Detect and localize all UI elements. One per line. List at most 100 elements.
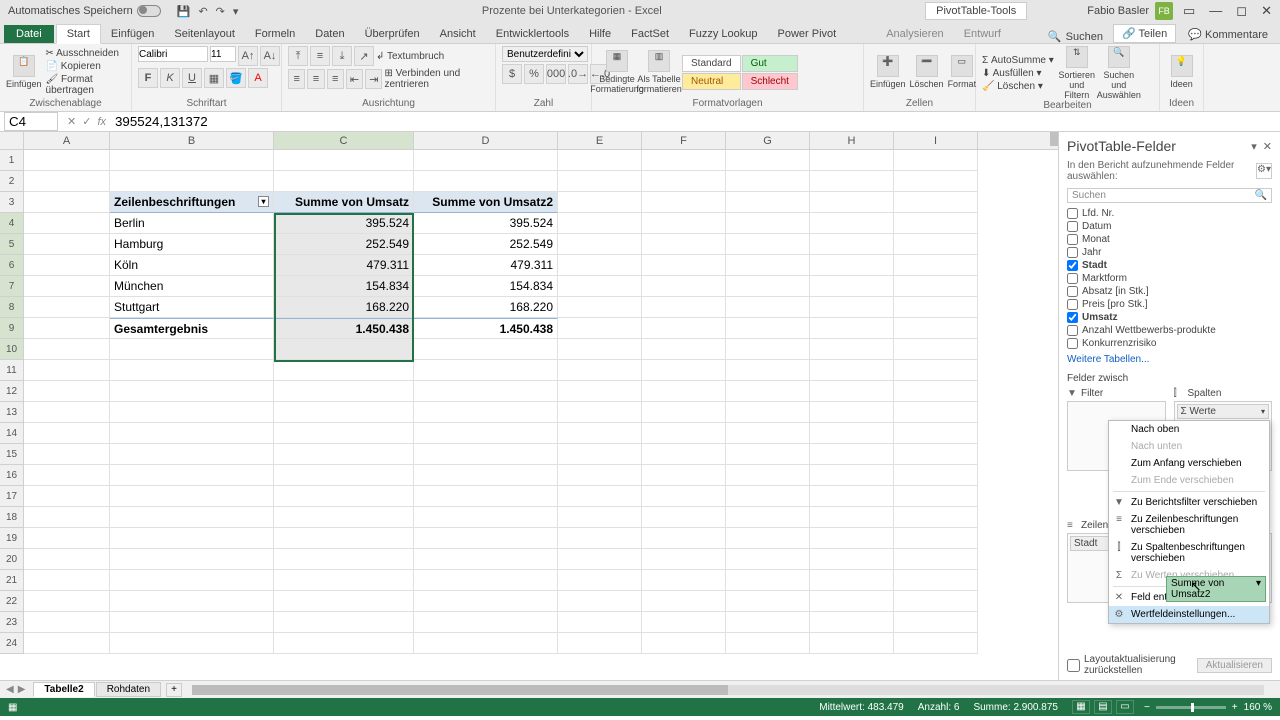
- style-standard[interactable]: Standard: [682, 55, 741, 72]
- bold-icon[interactable]: F: [138, 68, 158, 88]
- tab-powerpivot[interactable]: Power Pivot: [768, 25, 847, 43]
- row-header[interactable]: 14: [0, 423, 24, 444]
- fill-button[interactable]: ⬇ Ausfüllen ▾: [982, 68, 1054, 79]
- cell[interactable]: [558, 318, 642, 339]
- cell[interactable]: [726, 591, 810, 612]
- row-header[interactable]: 8: [0, 297, 24, 318]
- cell[interactable]: [894, 507, 978, 528]
- cell[interactable]: [414, 528, 558, 549]
- user-account[interactable]: Fabio Basler FB: [1087, 2, 1173, 20]
- tab-entwurf[interactable]: Entwurf: [954, 25, 1011, 43]
- cell[interactable]: [810, 360, 894, 381]
- cell[interactable]: [642, 423, 726, 444]
- cell[interactable]: [894, 570, 978, 591]
- cell[interactable]: [894, 591, 978, 612]
- cell[interactable]: [894, 549, 978, 570]
- spreadsheet-grid[interactable]: A B C D E F G H I 1234567891011121314151…: [0, 132, 1058, 680]
- cell[interactable]: [810, 402, 894, 423]
- row-header[interactable]: 3: [0, 192, 24, 213]
- cell[interactable]: [894, 318, 978, 339]
- cell[interactable]: Zeilenbeschriftungen▾: [110, 192, 274, 213]
- cell[interactable]: [894, 444, 978, 465]
- row-header[interactable]: 2: [0, 171, 24, 192]
- share-button[interactable]: 🔗 Teilen: [1113, 24, 1176, 43]
- cell[interactable]: [24, 150, 110, 171]
- cell[interactable]: [642, 570, 726, 591]
- cell[interactable]: [726, 318, 810, 339]
- cell[interactable]: [558, 381, 642, 402]
- cell[interactable]: [810, 234, 894, 255]
- format-painter-button[interactable]: 🖌 Format übertragen: [46, 74, 125, 96]
- cell[interactable]: [274, 570, 414, 591]
- cut-button[interactable]: ✂ Ausschneiden: [46, 48, 125, 59]
- underline-icon[interactable]: U: [182, 68, 202, 88]
- cell[interactable]: [810, 192, 894, 213]
- cell[interactable]: [810, 570, 894, 591]
- cell[interactable]: [642, 591, 726, 612]
- cell[interactable]: [24, 297, 110, 318]
- cancel-fx-icon[interactable]: ✕: [67, 116, 76, 128]
- autosum-button[interactable]: Σ AutoSumme ▾: [982, 55, 1054, 66]
- copy-button[interactable]: 📄 Kopieren: [46, 61, 125, 72]
- field-checkbox[interactable]: [1067, 234, 1078, 245]
- cell[interactable]: [810, 276, 894, 297]
- cell[interactable]: [558, 276, 642, 297]
- cell[interactable]: [810, 612, 894, 633]
- cell[interactable]: [894, 297, 978, 318]
- cell[interactable]: [274, 633, 414, 654]
- cell[interactable]: [24, 528, 110, 549]
- cell[interactable]: [642, 507, 726, 528]
- cell[interactable]: 154.834: [274, 276, 414, 297]
- cell[interactable]: [726, 339, 810, 360]
- cell[interactable]: 252.549: [414, 234, 558, 255]
- cell[interactable]: [274, 528, 414, 549]
- tab-factset[interactable]: FactSet: [621, 25, 679, 43]
- cell[interactable]: [24, 192, 110, 213]
- style-neutral[interactable]: Neutral: [682, 73, 741, 90]
- cell[interactable]: [274, 171, 414, 192]
- cell[interactable]: [810, 150, 894, 171]
- cell[interactable]: [558, 486, 642, 507]
- format-cells-button[interactable]: ▭Format: [948, 55, 977, 89]
- col-header[interactable]: I: [894, 132, 978, 149]
- cell[interactable]: [810, 444, 894, 465]
- align-right-icon[interactable]: ≡: [327, 69, 344, 89]
- cell[interactable]: [642, 528, 726, 549]
- sheet-nav-next-icon[interactable]: ▶: [18, 684, 26, 695]
- col-header[interactable]: A: [24, 132, 110, 149]
- cell[interactable]: [726, 381, 810, 402]
- paste-button[interactable]: 📋Einfügen: [6, 55, 42, 89]
- col-header[interactable]: E: [558, 132, 642, 149]
- conditional-formatting-button[interactable]: ▦Bedingte Formatierung: [598, 50, 636, 94]
- row-header[interactable]: 1: [0, 150, 24, 171]
- field-checkbox[interactable]: [1067, 338, 1078, 349]
- view-page-icon[interactable]: ▤: [1094, 700, 1112, 714]
- cell[interactable]: 168.220: [274, 297, 414, 318]
- row-header[interactable]: 4: [0, 213, 24, 234]
- field-checkbox[interactable]: [1067, 312, 1078, 323]
- sheet-tab[interactable]: Rohdaten: [96, 682, 161, 697]
- row-header[interactable]: 7: [0, 276, 24, 297]
- cell[interactable]: [642, 612, 726, 633]
- cell[interactable]: [274, 444, 414, 465]
- cell[interactable]: [558, 402, 642, 423]
- cell[interactable]: [894, 633, 978, 654]
- cell[interactable]: [414, 549, 558, 570]
- cell[interactable]: 1.450.438: [274, 318, 414, 339]
- cell[interactable]: [726, 570, 810, 591]
- cell[interactable]: [894, 402, 978, 423]
- tab-einfuegen[interactable]: Einfügen: [101, 25, 164, 43]
- col-header[interactable]: G: [726, 132, 810, 149]
- cell[interactable]: [894, 360, 978, 381]
- style-schlecht[interactable]: Schlecht: [742, 73, 798, 90]
- cell[interactable]: [894, 339, 978, 360]
- cell[interactable]: [414, 171, 558, 192]
- cell[interactable]: [642, 549, 726, 570]
- cell[interactable]: [110, 339, 274, 360]
- number-format-select[interactable]: Benutzerdefiniert: [502, 46, 588, 62]
- row-header[interactable]: 20: [0, 549, 24, 570]
- field-checkbox[interactable]: [1067, 299, 1078, 310]
- increase-font-icon[interactable]: A↑: [238, 46, 258, 66]
- col-header[interactable]: H: [810, 132, 894, 149]
- style-gut[interactable]: Gut: [742, 55, 798, 72]
